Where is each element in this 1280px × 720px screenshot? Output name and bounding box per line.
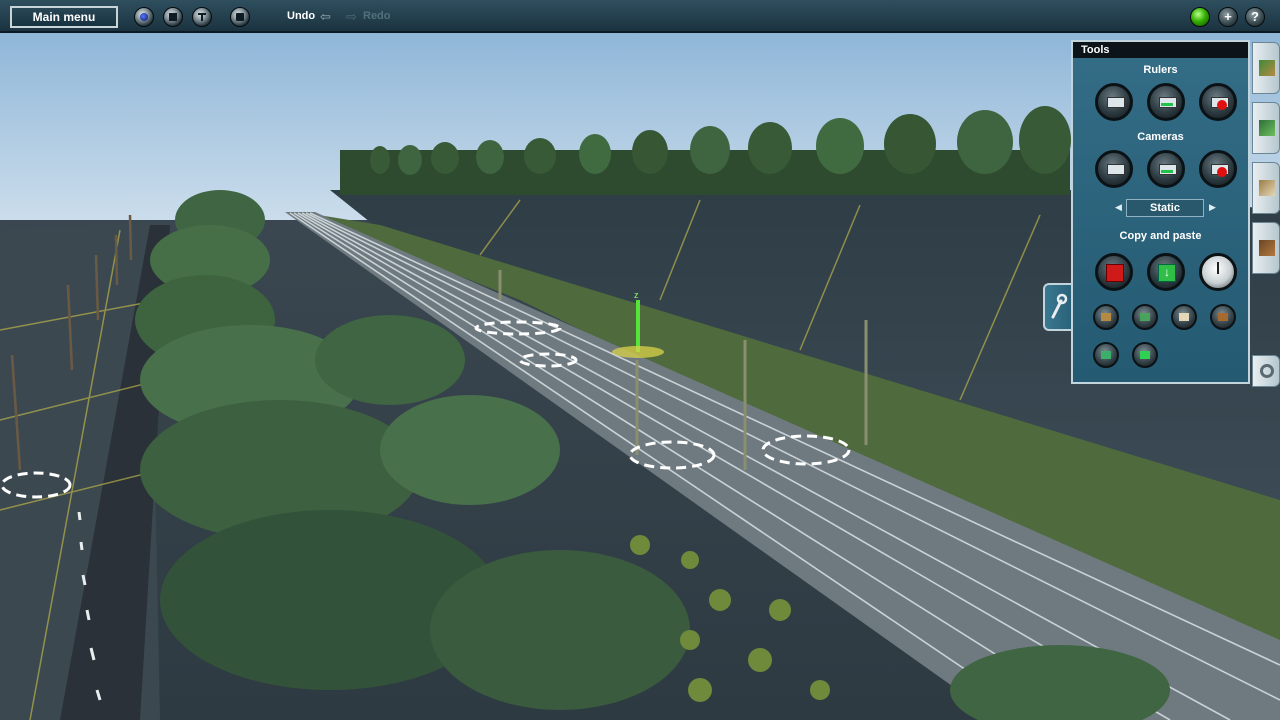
move-camera-button[interactable] [1147,150,1185,188]
camera-mode-next-icon[interactable]: ▶ [1209,202,1216,213]
select-area-button[interactable] [1095,253,1133,291]
tab-paint[interactable] [1252,102,1280,154]
undo-button[interactable]: Undo [287,10,315,22]
main-menu-button[interactable]: Main menu [10,6,118,28]
paint-tab-icon [1259,120,1275,136]
rotate-dial-button[interactable] [1199,253,1237,291]
camera-icon [1107,164,1125,175]
ruler-icon [1107,97,1125,108]
delete-ruler-button[interactable] [1199,83,1237,121]
move-ruler-button[interactable] [1147,83,1185,121]
paste-button[interactable]: ↓ [1147,253,1185,291]
wrench-icon [1051,293,1068,319]
undo-arrow-icon[interactable]: ⇦ [320,9,331,25]
paste-down-arrow-icon: ↓ [1158,264,1176,282]
camera-wave-icon [1161,170,1173,173]
copy-effects-button[interactable] [1132,342,1158,368]
save-icon[interactable] [230,7,250,27]
tools-toggle-tab[interactable] [1043,283,1071,331]
track-tab-icon [1259,240,1275,256]
objects-tab-icon [1259,180,1275,196]
spline-icon [1101,351,1111,359]
tools-panel: Tools Rulers Cameras ◀ Static ▶ Copy and… [1071,40,1250,384]
paint-brush-icon [1140,313,1150,321]
copy-track-button[interactable] [1210,304,1236,330]
copy-paint-button[interactable] [1132,304,1158,330]
redo-arrow-icon[interactable]: ⇨ [346,9,357,25]
redo-button[interactable]: Redo [363,10,391,22]
copy-splines-button[interactable] [1093,342,1119,368]
track-icon [1218,313,1228,321]
copy-paste-title: Copy and paste [1119,230,1202,242]
terrain-tab-icon [1259,60,1275,76]
copy-terrain-button[interactable] [1093,304,1119,330]
top-toolbar: Main menu Undo ⇦ ⇨ Redo + ? [0,0,1280,33]
move-wave-icon [1161,103,1173,106]
tab-objects[interactable] [1252,162,1280,214]
tab-terrain[interactable] [1252,42,1280,94]
tab-settings[interactable] [1252,355,1280,387]
tab-track[interactable] [1252,222,1280,274]
terrain-icon [1101,313,1111,321]
camera-mode-prev-icon[interactable]: ◀ [1115,202,1122,213]
sphere-tool-icon[interactable] [134,7,154,27]
wave-icon [1140,351,1150,359]
delete-dot-icon [1217,100,1227,110]
status-light-icon[interactable] [1190,7,1210,27]
tools-panel-title: Tools [1073,42,1248,58]
stop-square-icon [1106,264,1124,282]
delete-camera-button[interactable] [1199,150,1237,188]
stop-icon[interactable] [163,7,183,27]
text-tool-icon[interactable] [192,7,212,27]
cameras-title: Cameras [1137,131,1184,143]
camera-mode-select[interactable]: Static [1126,199,1204,217]
plus-icon[interactable]: + [1218,7,1238,27]
gear-icon [1260,364,1274,378]
svg-text:z: z [634,290,639,300]
add-camera-button[interactable] [1095,150,1133,188]
copy-objects-button[interactable] [1171,304,1197,330]
rulers-title: Rulers [1143,64,1178,76]
dial-needle-icon [1217,262,1219,274]
side-tab-strip [1252,40,1280,385]
objects-icon [1179,313,1189,321]
help-icon[interactable]: ? [1245,7,1265,27]
camera-dot-icon [1217,167,1227,177]
add-ruler-button[interactable] [1095,83,1133,121]
